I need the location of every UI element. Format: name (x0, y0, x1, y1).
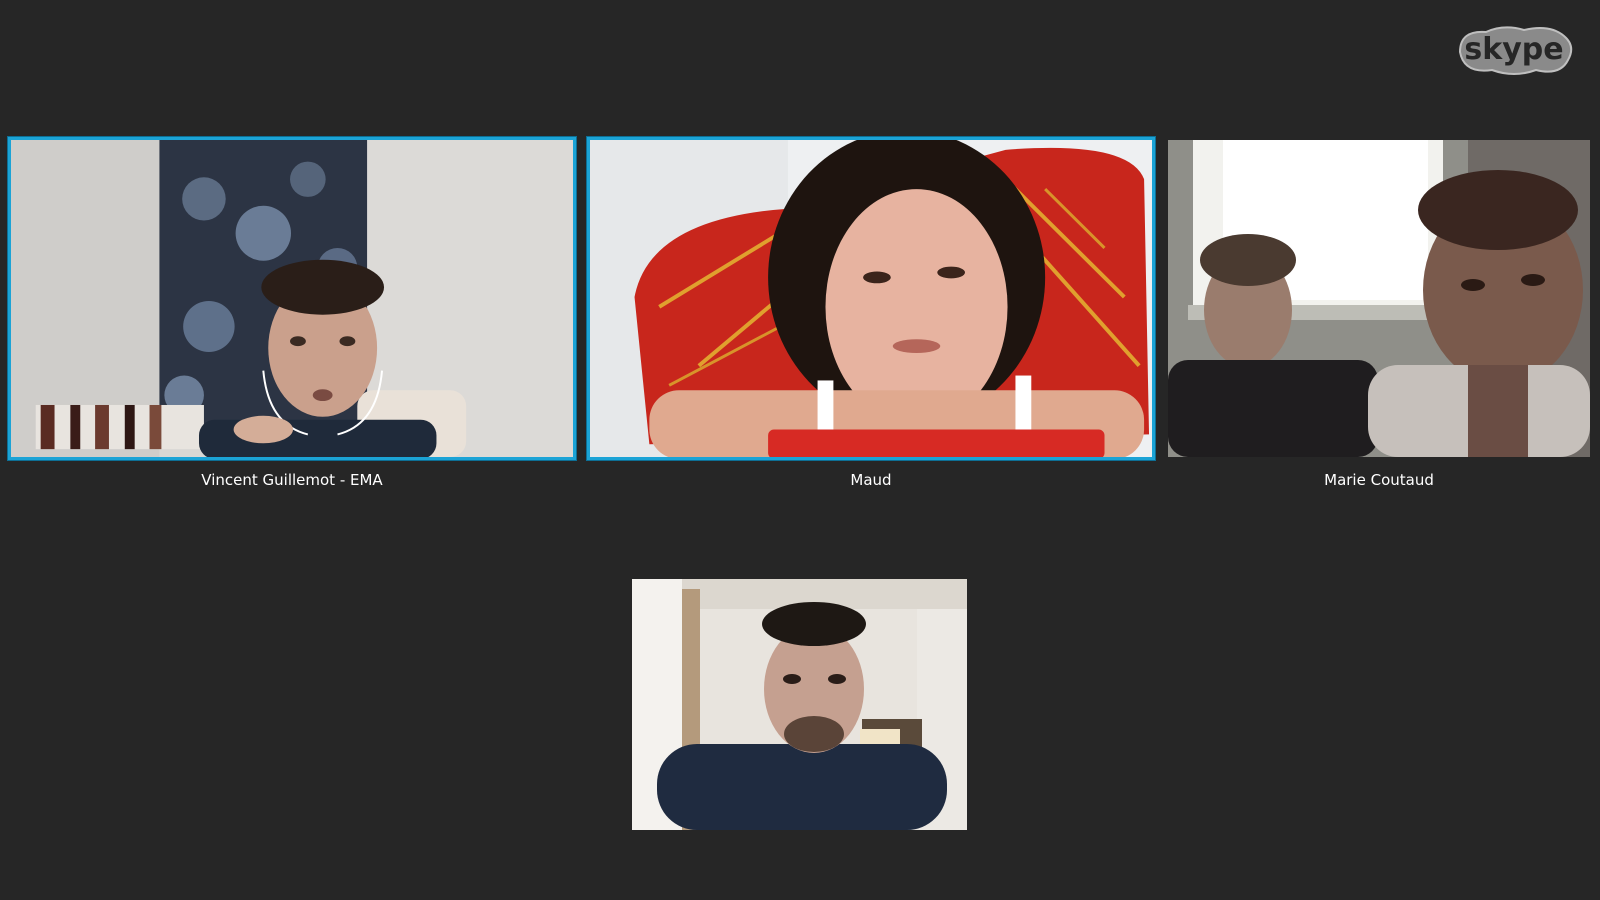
video-tile-participant-3[interactable] (1168, 140, 1590, 457)
participant-name-2: Maud (850, 471, 892, 489)
video-tile-participant-2[interactable] (587, 137, 1155, 460)
participant-video-feed (590, 140, 1152, 457)
skype-logo: skype (1452, 22, 1576, 78)
video-tile-participant-1[interactable] (8, 137, 576, 460)
self-view-video[interactable] (632, 579, 967, 830)
skype-logo-icon: skype (1458, 26, 1573, 75)
skype-logo-text: skype (1464, 32, 1563, 67)
participant-video-feed (11, 140, 573, 457)
self-video-feed (632, 579, 967, 830)
participant-name-3: Marie Coutaud (1324, 471, 1434, 489)
participant-name-1: Vincent Guillemot - EMA (201, 471, 383, 489)
participant-video-feed (1168, 140, 1590, 457)
